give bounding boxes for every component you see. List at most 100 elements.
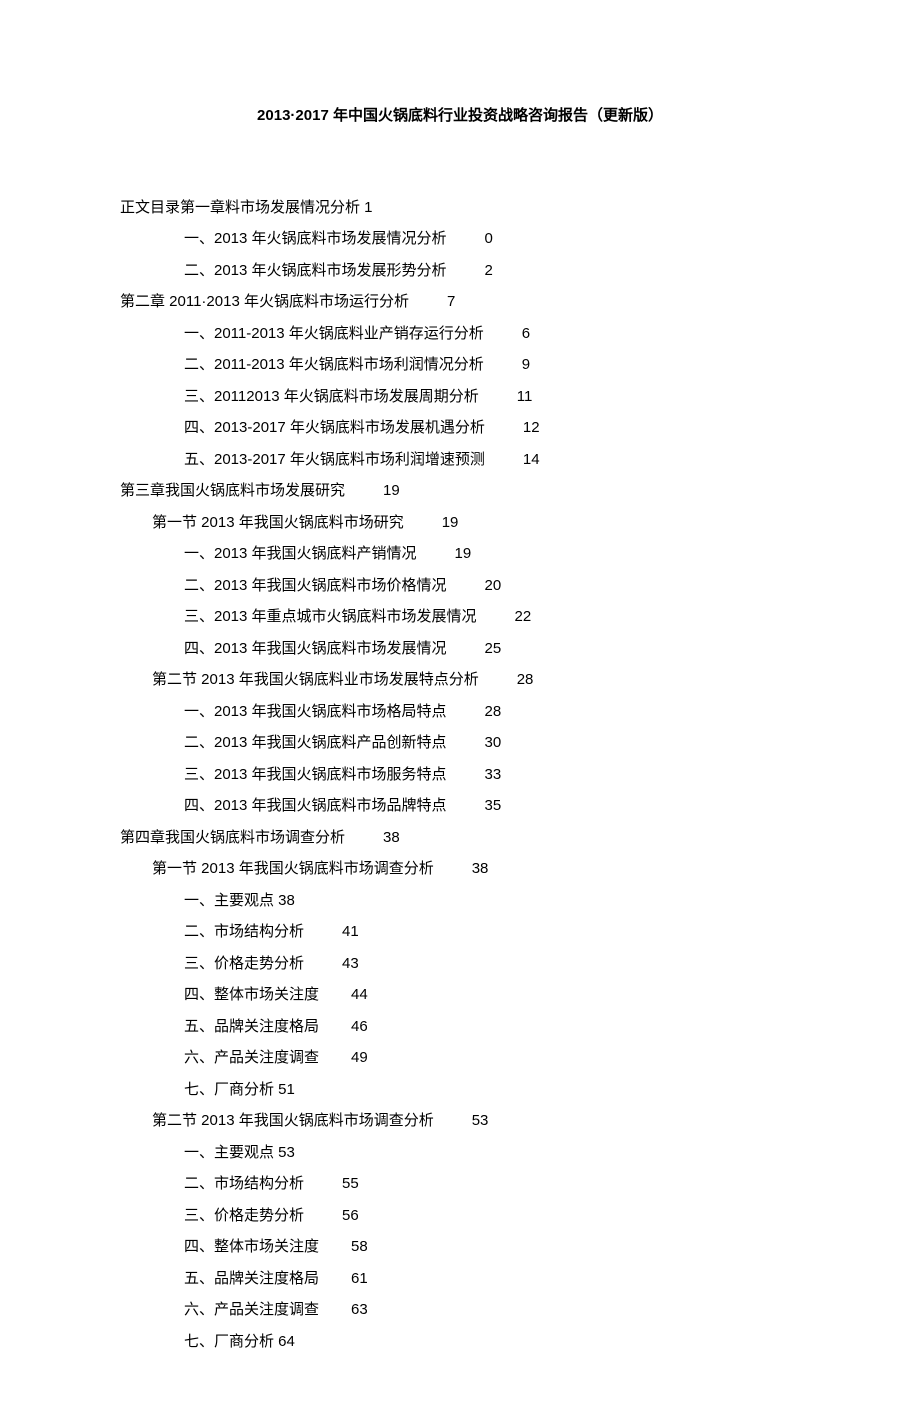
toc-line: 七、厂商分析 51: [120, 1074, 800, 1106]
toc-page-number: 61: [351, 1270, 368, 1287]
toc-text: 二、2013 年我国火锅底料市场价格情况: [184, 577, 447, 594]
toc-line: 第三章我国火锅底料市场发展研究 19: [120, 475, 800, 507]
toc-line: 第二节 2013 年我国火锅底料业市场发展特点分析 28: [120, 664, 800, 696]
toc-text: 五、品牌关注度格局: [184, 1270, 319, 1287]
toc-page-number: 30: [485, 734, 502, 751]
toc-line: 二、2013 年我国火锅底料产品创新特点 30: [120, 727, 800, 759]
toc-text: 一、主要观点 53: [184, 1144, 295, 1161]
toc-line: 三、20112013 年火锅底料市场发展周期分析 11: [120, 381, 800, 413]
toc-line: 第一节 2013 年我国火锅底料市场调查分析 38: [120, 853, 800, 885]
toc-page-number: 6: [522, 325, 530, 342]
toc-text: 四、2013-2017 年火锅底料市场发展机遇分析: [184, 419, 485, 436]
toc-text: 一、2013 年火锅底料市场发展情况分析: [184, 230, 447, 247]
toc-page-number: 7: [447, 293, 455, 310]
toc-text: 第一节 2013 年我国火锅底料市场调查分析: [152, 860, 434, 877]
toc-page-number: 46: [351, 1018, 368, 1035]
toc-line: 四、整体市场关注度58: [120, 1231, 800, 1263]
toc-page-number: 12: [523, 419, 540, 436]
toc-text: 四、整体市场关注度: [184, 986, 319, 1003]
toc-page-number: 41: [342, 923, 359, 940]
toc-text: 第四章我国火锅底料市场调查分析: [120, 829, 345, 846]
toc-text: 第二节 2013 年我国火锅底料业市场发展特点分析: [152, 671, 479, 688]
toc-page-number: 19: [455, 545, 472, 562]
toc-line: 二、市场结构分析 55: [120, 1168, 800, 1200]
toc-line: 二、2013 年火锅底料市场发展形势分析 2: [120, 255, 800, 287]
toc-text: 三、2013 年重点城市火锅底料市场发展情况: [184, 608, 477, 625]
toc-text: 五、品牌关注度格局: [184, 1018, 319, 1035]
toc-line: 二、2013 年我国火锅底料市场价格情况20: [120, 570, 800, 602]
toc-text: 三、价格走势分析: [184, 955, 304, 972]
toc-page-number: 28: [517, 671, 534, 688]
toc-text: 六、产品关注度调查: [184, 1049, 319, 1066]
toc-text: 第三章我国火锅底料市场发展研究: [120, 482, 345, 499]
toc-page-number: 63: [351, 1301, 368, 1318]
toc-text: 一、主要观点 38: [184, 892, 295, 909]
toc-line: 一、2011-2013 年火锅底料业产销存运行分析 6: [120, 318, 800, 350]
toc-page-number: 19: [383, 482, 400, 499]
toc-page-number: 53: [472, 1112, 489, 1129]
toc-line: 六、产品关注度调查 49: [120, 1042, 800, 1074]
toc-line: 二、市场结构分析 41: [120, 916, 800, 948]
toc-page-number: 58: [351, 1238, 368, 1255]
toc-text: 三、价格走势分析: [184, 1207, 304, 1224]
toc-page-number: 28: [485, 703, 502, 720]
toc-line: 一、2013 年我国火锅底料市场格局特点 28: [120, 696, 800, 728]
toc-text: 二、2013 年我国火锅底料产品创新特点: [184, 734, 447, 751]
toc-page-number: 43: [342, 955, 359, 972]
toc-page-number: 38: [472, 860, 489, 877]
toc-page-number: 38: [383, 829, 400, 846]
toc-text: 第二节 2013 年我国火锅底料市场调查分析: [152, 1112, 434, 1129]
toc-text: 二、2011-2013 年火锅底料市场利润情况分析: [184, 356, 484, 373]
toc-line: 第一节 2013 年我国火锅底料市场研究 19: [120, 507, 800, 539]
toc-line: 一、主要观点 53: [120, 1137, 800, 1169]
toc-line: 五、品牌关注度格局 61: [120, 1263, 800, 1295]
toc-page-number: 19: [442, 514, 459, 531]
toc-line: 一、主要观点 38: [120, 885, 800, 917]
toc-text: 三、2013 年我国火锅底料市场服务特点: [184, 766, 447, 783]
toc-text: 第一节 2013 年我国火锅底料市场研究: [152, 514, 404, 531]
document-title: 2013·2017 年中国火锅底料行业投资战略咨询报告（更新版）: [120, 100, 800, 132]
toc-text: 七、厂商分析 64: [184, 1333, 295, 1350]
toc-page-number: 14: [523, 451, 540, 468]
document-page: 2013·2017 年中国火锅底料行业投资战略咨询报告（更新版） 正文目录第一章…: [0, 0, 920, 1417]
toc-page-number: 49: [351, 1049, 368, 1066]
toc-text: 四、2013 年我国火锅底料市场品牌特点: [184, 797, 447, 814]
toc-line: 第四章我国火锅底料市场调查分析 38: [120, 822, 800, 854]
toc-line: 五、品牌关注度格局 46: [120, 1011, 800, 1043]
toc-text: 五、2013-2017 年火锅底料市场利润增速预测: [184, 451, 485, 468]
toc-line: 四、2013 年我国火锅底料市场发展情况 25: [120, 633, 800, 665]
toc-line: 二、2011-2013 年火锅底料市场利润情况分析9: [120, 349, 800, 381]
toc-line: 一、2013 年我国火锅底料产销情况 19: [120, 538, 800, 570]
toc-text: 三、20112013 年火锅底料市场发展周期分析: [184, 388, 479, 405]
toc-text: 一、2013 年我国火锅底料产销情况: [184, 545, 417, 562]
toc-page-number: 25: [485, 640, 502, 657]
table-of-contents: 正文目录第一章料市场发展情况分析 1 一、2013 年火锅底料市场发展情况分析 0 二…: [120, 192, 800, 1358]
toc-page-number: 11: [517, 388, 533, 405]
toc-line: 四、整体市场关注度 44: [120, 979, 800, 1011]
toc-line: 四、2013-2017 年火锅底料市场发展机遇分析 12: [120, 412, 800, 444]
toc-line: 第二节 2013 年我国火锅底料市场调查分析 53: [120, 1105, 800, 1137]
toc-text: 二、2013 年火锅底料市场发展形势分析: [184, 262, 447, 279]
toc-page-number: 44: [351, 986, 368, 1003]
toc-text: 六、产品关注度调查: [184, 1301, 319, 1318]
toc-text: 二、市场结构分析: [184, 1175, 304, 1192]
toc-line: 一、2013 年火锅底料市场发展情况分析 0: [120, 223, 800, 255]
toc-text: 正文目录第一章料市场发展情况分析 1: [120, 199, 373, 216]
toc-page-number: 56: [342, 1207, 359, 1224]
toc-text: 二、市场结构分析: [184, 923, 304, 940]
toc-page-number: 35: [485, 797, 502, 814]
toc-text: 四、2013 年我国火锅底料市场发展情况: [184, 640, 447, 657]
toc-page-number: 2: [485, 262, 493, 279]
toc-text: 一、2011-2013 年火锅底料业产销存运行分析: [184, 325, 484, 342]
toc-line: 四、2013 年我国火锅底料市场品牌特点 35: [120, 790, 800, 822]
toc-page-number: 0: [485, 230, 493, 247]
toc-line: 六、产品关注度调查 63: [120, 1294, 800, 1326]
toc-line: 正文目录第一章料市场发展情况分析 1: [120, 192, 800, 224]
toc-text: 一、2013 年我国火锅底料市场格局特点: [184, 703, 447, 720]
toc-line: 七、厂商分析 64: [120, 1326, 800, 1358]
toc-page-number: 33: [485, 766, 502, 783]
toc-line: 三、价格走势分析 56: [120, 1200, 800, 1232]
toc-page-number: 55: [342, 1175, 359, 1192]
toc-line: 五、2013-2017 年火锅底料市场利润增速预测 14: [120, 444, 800, 476]
toc-line: 三、2013 年重点城市火锅底料市场发展情况22: [120, 601, 800, 633]
